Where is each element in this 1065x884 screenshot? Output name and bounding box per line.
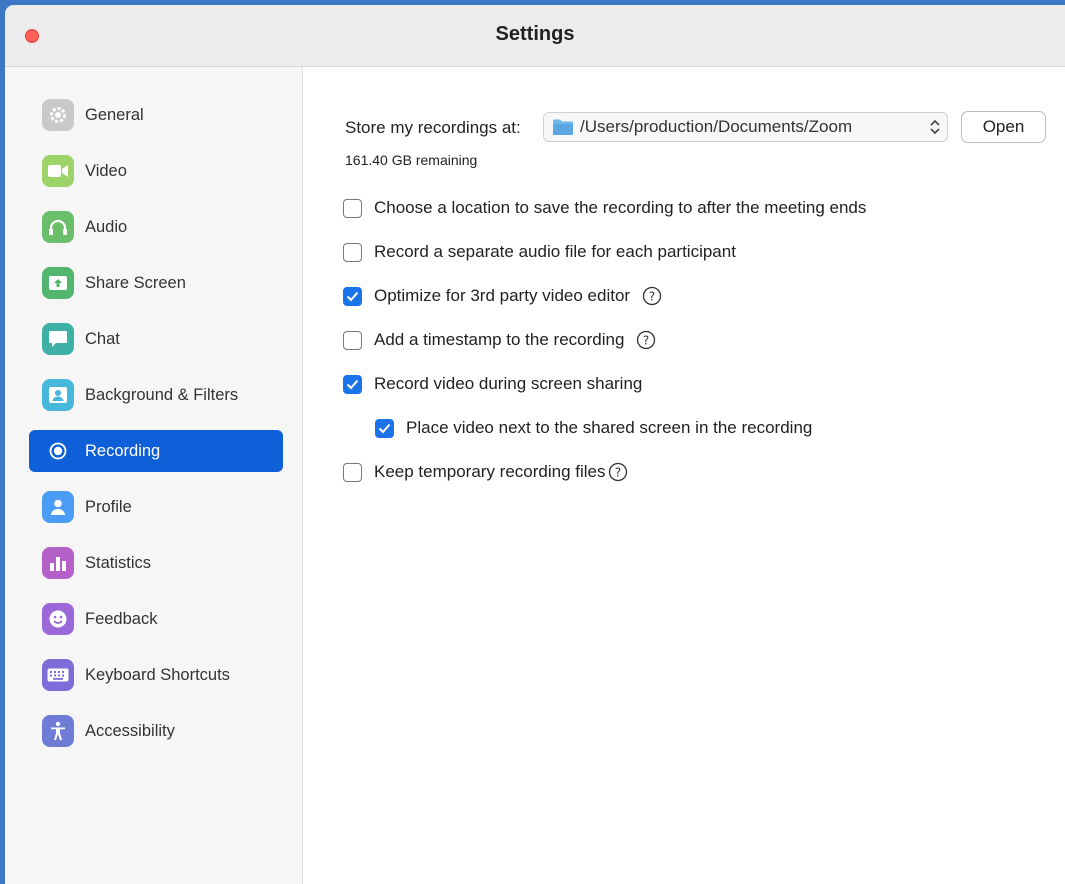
sidebar-item-statistics[interactable]: Statistics — [29, 542, 283, 584]
sidebar-item-video[interactable]: Video — [29, 150, 283, 192]
person-icon — [42, 491, 74, 523]
sidebar-item-share-screen[interactable]: Share Screen — [29, 262, 283, 304]
sidebar-item-label: Video — [85, 161, 127, 180]
recording-settings-panel: Store my recordings at: /Users/productio… — [303, 67, 1065, 884]
storage-remaining-text: 161.40 GB remaining — [345, 152, 478, 168]
background-portrait-icon — [42, 379, 74, 411]
gear-icon — [42, 99, 74, 131]
option-label: Place video next to the shared screen in… — [406, 418, 813, 437]
checkbox[interactable] — [343, 462, 362, 482]
sidebar-item-label: Audio — [85, 217, 128, 236]
share-screen-icon — [42, 267, 74, 299]
store-recordings-label: Store my recordings at: — [345, 118, 521, 137]
help-icon[interactable]: ? — [608, 462, 628, 482]
sidebar-item-feedback[interactable]: Feedback — [29, 598, 283, 640]
video-camera-icon — [42, 155, 74, 187]
title-bar: Settings — [5, 5, 1065, 67]
open-folder-button[interactable]: Open — [961, 111, 1046, 143]
smiley-icon — [42, 603, 74, 635]
sidebar-item-label: Recording — [85, 441, 161, 460]
checkbox-checked[interactable] — [343, 374, 362, 394]
option-label: Keep temporary recording files — [374, 462, 606, 481]
checkbox-checked[interactable] — [343, 286, 362, 306]
checkmark-icon — [378, 423, 391, 433]
option-label: Choose a location to save the recording … — [374, 198, 867, 217]
sidebar-item-label: Profile — [85, 497, 132, 516]
recording-path-value: /Users/production/Documents/Zoom — [580, 117, 853, 136]
sidebar-item-accessibility[interactable]: Accessibility — [29, 710, 283, 752]
option-label: Optimize for 3rd party video editor — [374, 286, 631, 305]
window-title: Settings — [495, 23, 575, 45]
option-choose-location[interactable]: Choose a location to save the recording … — [343, 197, 866, 219]
option-add-timestamp[interactable]: Add a timestamp to the recording ? — [343, 329, 656, 351]
checkbox[interactable] — [343, 242, 362, 262]
sidebar-item-label: General — [85, 105, 144, 124]
sidebar-item-keyboard-shortcuts[interactable]: Keyboard Shortcuts — [29, 654, 283, 696]
keyboard-icon — [42, 659, 74, 691]
settings-sidebar: General Video Audio Share Screen Chat Ba… — [5, 67, 303, 884]
option-separate-audio[interactable]: Record a separate audio file for each pa… — [343, 241, 736, 263]
option-record-video-screen-sharing[interactable]: Record video during screen sharing — [343, 373, 642, 395]
option-keep-temporary-files[interactable]: Keep temporary recording files ? — [343, 461, 628, 483]
checkmark-icon — [346, 291, 359, 301]
chat-icon — [42, 323, 74, 355]
checkbox-checked[interactable] — [375, 418, 394, 438]
sidebar-item-general[interactable]: General — [29, 94, 283, 136]
checkmark-icon — [346, 379, 359, 389]
sidebar-item-background-filters[interactable]: Background & Filters — [29, 374, 283, 416]
settings-window: Settings General Video Audio Share Scree… — [5, 5, 1065, 884]
option-label: Record a separate audio file for each pa… — [374, 242, 736, 261]
sidebar-item-label: Background & Filters — [85, 385, 239, 404]
sidebar-item-profile[interactable]: Profile — [29, 486, 283, 528]
svg-text:?: ? — [614, 465, 620, 479]
sidebar-item-audio[interactable]: Audio — [29, 206, 283, 248]
option-label: Add a timestamp to the recording — [374, 330, 625, 349]
help-icon[interactable]: ? — [636, 330, 656, 350]
chevron-up-down-icon — [929, 118, 941, 141]
record-icon — [42, 435, 74, 467]
sidebar-item-label: Share Screen — [85, 273, 186, 292]
checkbox[interactable] — [343, 330, 362, 350]
checkbox[interactable] — [343, 198, 362, 218]
svg-text:?: ? — [649, 289, 655, 303]
sidebar-item-label: Accessibility — [85, 721, 175, 740]
sidebar-item-label: Keyboard Shortcuts — [85, 665, 230, 684]
sidebar-item-recording[interactable]: Recording — [29, 430, 283, 472]
headphones-icon — [42, 211, 74, 243]
accessibility-icon — [42, 715, 74, 747]
folder-icon — [552, 118, 574, 136]
recording-location-select[interactable]: /Users/production/Documents/Zoom — [543, 112, 948, 142]
svg-text:?: ? — [643, 333, 649, 347]
sidebar-item-chat[interactable]: Chat — [29, 318, 283, 360]
sidebar-item-label: Chat — [85, 329, 120, 348]
help-icon[interactable]: ? — [642, 286, 662, 306]
sidebar-item-label: Statistics — [85, 553, 152, 572]
option-place-video-next-to-screen[interactable]: Place video next to the shared screen in… — [375, 417, 812, 439]
option-label: Record video during screen sharing — [374, 374, 643, 393]
sidebar-item-label: Feedback — [85, 609, 158, 628]
bar-chart-icon — [42, 547, 74, 579]
option-optimize-third-party[interactable]: Optimize for 3rd party video editor ? — [343, 285, 662, 307]
